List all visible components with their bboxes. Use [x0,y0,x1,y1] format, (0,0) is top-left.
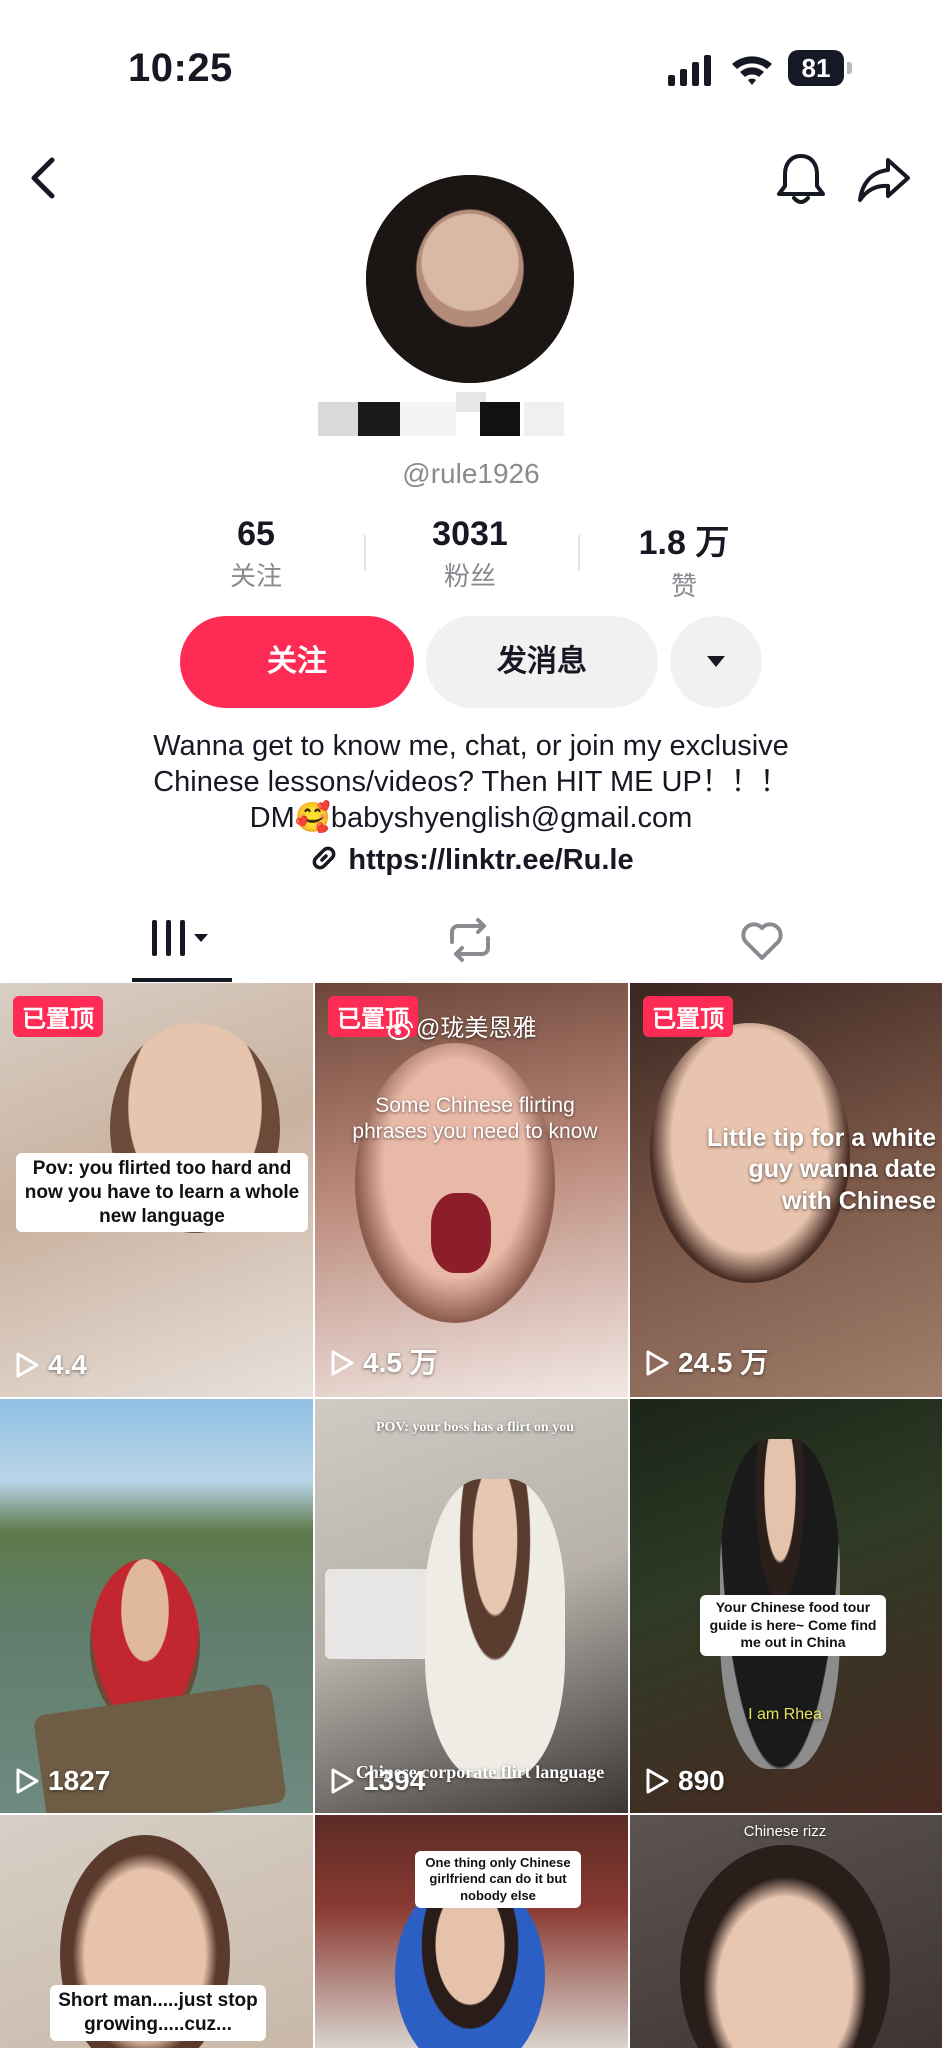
view-count: 1394 [329,1765,425,1797]
bio-line: Wanna get to know me, chat, or join my e… [153,730,789,762]
video-caption: Little tip for a white guy wanna date wi… [706,1124,936,1215]
profile-bio: Wanna get to know me, chat, or join my e… [0,728,942,836]
view-count-value: 24.5 万 [678,1347,769,1378]
content-tabs [0,900,942,982]
video-tile[interactable]: 1827 [0,1399,313,1813]
stat-value: 1.8 万 [638,524,730,562]
video-caption: Chinese rizz [743,1823,827,1840]
stat-value: 3031 [432,515,508,553]
video-thumbnail [425,1479,565,1779]
stat-label: 粉丝 [443,561,496,591]
video-thumbnail [355,1043,555,1323]
play-icon [646,1768,669,1794]
video-tile[interactable]: 已置顶 Little tip for a white guy wanna dat… [630,983,942,1397]
video-tile[interactable]: Short man.....just stop growing.....cuz.… [0,1815,313,2048]
avatar[interactable] [366,175,574,383]
active-tab-indicator [132,978,232,982]
stat-label: 关注 [229,561,282,591]
stat-divider [578,535,580,571]
video-caption: Short man.....just stop growing.....cuz.… [50,1985,266,2041]
video-caption: Pov: you flirted too hard and now you ha… [16,1153,308,1233]
watermark-text: @珑美恩雅 [416,1015,537,1042]
weibo-icon [388,1020,413,1040]
avatar-image [366,175,574,383]
more-options-button[interactable] [670,616,762,708]
display-name-redacted [318,392,618,438]
bio-link[interactable]: https://linktr.ee/Ru.le [0,842,942,877]
video-caption: One thing only Chinese girlfriend can do… [415,1851,581,1908]
video-tile[interactable]: 已置顶 Some Chinese flirting phrases you ne… [315,983,628,1397]
message-button[interactable]: 发消息 [426,616,658,708]
share-icon[interactable] [856,152,912,206]
video-tile[interactable]: One thing only Chinese girlfriend can do… [315,1815,628,2048]
view-count-value: 1394 [363,1765,426,1796]
view-count-value: 4.4 [48,1349,87,1380]
view-count-value: 890 [678,1765,725,1796]
video-caption: Some Chinese flirting phrases you need t… [352,1094,598,1144]
pinned-badge: 已置顶 [643,996,733,1037]
play-icon [646,1350,669,1376]
view-count: 4.5 万 [329,1341,438,1381]
video-caption: Your Chinese food tour guide is here~ Co… [700,1595,886,1656]
play-icon [331,1350,354,1376]
stat-following[interactable]: 65 关注 [166,515,346,593]
stat-label: 赞 [670,571,697,601]
play-icon [331,1768,354,1794]
status-time: 10:25 [128,46,233,90]
stat-likes[interactable]: 1.8 万 赞 [594,515,774,603]
video-tile[interactable]: Chinese rizz [630,1815,942,2048]
bio-line: Chinese lessons/videos? Then HIT ME UP！！… [153,766,789,798]
stat-followers[interactable]: 3031 粉丝 [380,515,560,593]
caret-down-icon [707,656,725,667]
bio-line: DM🥰babyshyenglish@gmail.com [249,802,693,834]
back-icon[interactable] [22,150,68,206]
battery-level: 81 [788,50,844,86]
battery-tip [847,62,852,74]
bell-icon[interactable] [774,150,828,208]
video-caption: POV: your boss has a flirt on you [376,1420,574,1435]
wifi-icon [732,56,772,85]
status-bar: 10:25 81 [0,0,942,130]
follow-button[interactable]: 关注 [180,616,414,708]
videos-grid-tab-icon[interactable] [148,912,216,968]
pinned-badge: 已置顶 [13,996,103,1037]
play-icon [16,1352,39,1378]
view-count-value: 4.5 万 [363,1347,438,1378]
video-subtitle: I am Rhea [748,1706,822,1723]
link-text[interactable]: https://linktr.ee/Ru.le [348,844,633,876]
watermark: @珑美恩雅 [388,1008,536,1043]
view-count: 890 [644,1765,725,1797]
view-count-value: 1827 [48,1765,111,1796]
video-tile[interactable]: POV: your boss has a flirt on you Chines… [315,1399,628,1813]
view-count: 4.4 [14,1349,87,1381]
profile-handle: @rule1926 [402,458,540,489]
repost-tab-icon[interactable] [444,912,496,968]
stat-divider [364,535,366,571]
view-count: 1827 [14,1765,110,1797]
play-icon [16,1768,39,1794]
profile-stats: 65 关注 3031 粉丝 1.8 万 赞 [0,515,942,601]
stat-value: 65 [237,515,275,553]
video-tile[interactable]: Your Chinese food tour guide is here~ Co… [630,1399,942,1813]
view-count: 24.5 万 [644,1341,768,1381]
cellular-signal-icon [668,55,711,86]
battery-indicator: 81 [788,50,854,86]
link-icon [313,846,336,870]
video-tile[interactable]: 已置顶 Pov: you flirted too hard and now yo… [0,983,313,1397]
video-thumbnail-detail [431,1193,491,1273]
heart-tab-icon[interactable] [738,912,786,968]
